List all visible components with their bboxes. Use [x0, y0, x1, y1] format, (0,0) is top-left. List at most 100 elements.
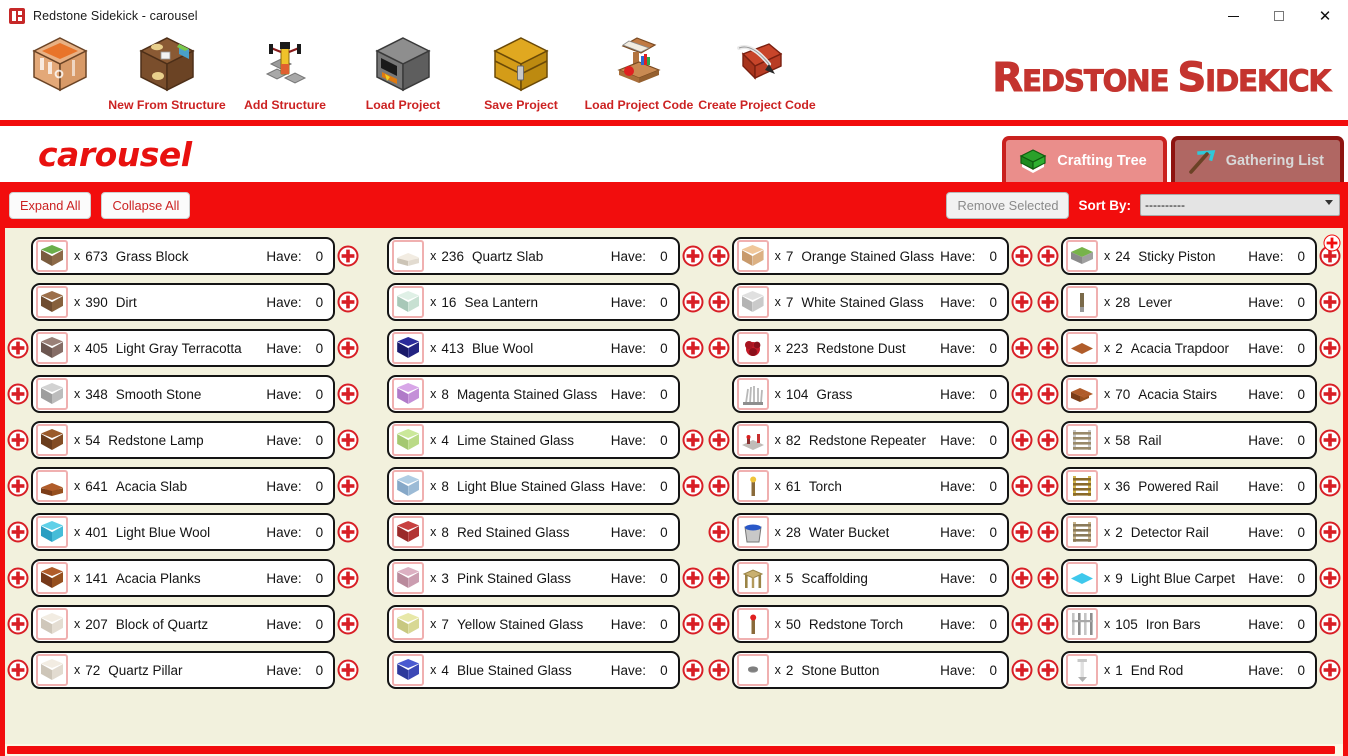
expand-left-plus-icon[interactable]: [5, 473, 31, 499]
add-item-plus-icon[interactable]: [680, 427, 706, 453]
item-row[interactable]: x 390 Dirt Have: 0: [31, 283, 336, 321]
item-row[interactable]: x 7 Yellow Stained Glass Have: 0: [387, 605, 680, 643]
expand-left-plus-icon[interactable]: [1035, 427, 1061, 453]
item-row[interactable]: x 70 Acacia Stairs Have: 0: [1060, 375, 1317, 413]
expand-left-plus-icon[interactable]: [5, 565, 31, 591]
expand-left-plus-icon[interactable]: [1035, 565, 1061, 591]
toolbar-button-load-project[interactable]: Load Project: [344, 32, 462, 120]
expand-left-plus-icon[interactable]: [5, 611, 31, 637]
expand-left-plus-icon[interactable]: [5, 381, 31, 407]
add-item-plus-icon[interactable]: [680, 657, 706, 683]
expand-left-plus-icon[interactable]: [5, 657, 31, 683]
item-row[interactable]: x 405 Light Gray Terracotta Have: 0: [31, 329, 336, 367]
expand-left-plus-icon[interactable]: [1035, 657, 1061, 683]
expand-left-plus-icon[interactable]: [1035, 335, 1061, 361]
item-row[interactable]: x 4 Blue Stained Glass Have: 0: [387, 651, 680, 689]
item-row[interactable]: x 72 Quartz Pillar Have: 0: [31, 651, 336, 689]
add-item-plus-icon[interactable]: [335, 335, 361, 361]
item-row[interactable]: x 28 Lever Have: 0: [1060, 283, 1317, 321]
item-row[interactable]: x 8 Light Blue Stained Glass Have: 0: [387, 467, 680, 505]
add-item-plus-icon[interactable]: [335, 519, 361, 545]
horizontal-scrollbar[interactable]: [5, 744, 1343, 756]
add-item-plus-icon[interactable]: [1317, 657, 1343, 683]
tab-gathering-list[interactable]: Gathering List: [1170, 136, 1344, 182]
item-row[interactable]: x 36 Powered Rail Have: 0: [1060, 467, 1317, 505]
item-row[interactable]: x 2 Stone Button Have: 0: [731, 651, 1009, 689]
expand-left-plus-icon[interactable]: [1035, 243, 1061, 269]
item-row[interactable]: x 61 Torch Have: 0: [731, 467, 1009, 505]
item-row[interactable]: x 9 Light Blue Carpet Have: 0: [1060, 559, 1317, 597]
add-item-plus-icon[interactable]: [1009, 519, 1035, 545]
expand-left-plus-icon[interactable]: [706, 335, 732, 361]
add-item-plus-icon[interactable]: [1317, 381, 1343, 407]
item-row[interactable]: x 413 Blue Wool Have: 0: [387, 329, 680, 367]
toolbar-button-crafting-table[interactable]: [12, 32, 108, 120]
add-item-plus-icon[interactable]: [1009, 657, 1035, 683]
expand-left-plus-icon[interactable]: [706, 427, 732, 453]
tab-crafting-tree[interactable]: Crafting Tree: [1002, 136, 1167, 182]
toolbar-button-save-project[interactable]: Save Project: [462, 32, 580, 120]
scroll-right-icon[interactable]: [1323, 234, 1341, 252]
close-button[interactable]: ✕: [1302, 0, 1348, 32]
add-item-plus-icon[interactable]: [335, 611, 361, 637]
maximize-button[interactable]: [1256, 0, 1302, 32]
item-row[interactable]: x 4 Lime Stained Glass Have: 0: [387, 421, 680, 459]
add-item-plus-icon[interactable]: [680, 473, 706, 499]
item-row[interactable]: x 7 Orange Stained Glass Have: 0: [731, 237, 1009, 275]
h-scrollbar-thumb[interactable]: [7, 746, 1335, 754]
expand-left-plus-icon[interactable]: [1035, 519, 1061, 545]
minimize-button[interactable]: [1210, 0, 1256, 32]
expand-left-plus-icon[interactable]: [706, 289, 732, 315]
add-item-plus-icon[interactable]: [680, 335, 706, 361]
toolbar-button-create-project-code[interactable]: Create Project Code: [698, 32, 816, 120]
add-item-plus-icon[interactable]: [1317, 289, 1343, 315]
add-item-plus-icon[interactable]: [1009, 335, 1035, 361]
item-row[interactable]: x 16 Sea Lantern Have: 0: [387, 283, 680, 321]
item-row[interactable]: x 82 Redstone Repeater Have: 0: [731, 421, 1009, 459]
item-row[interactable]: x 105 Iron Bars Have: 0: [1060, 605, 1317, 643]
item-row[interactable]: x 7 White Stained Glass Have: 0: [731, 283, 1009, 321]
item-row[interactable]: x 2 Detector Rail Have: 0: [1060, 513, 1317, 551]
add-item-plus-icon[interactable]: [335, 565, 361, 591]
add-item-plus-icon[interactable]: [1317, 473, 1343, 499]
item-row[interactable]: x 8 Magenta Stained Glass Have: 0: [387, 375, 680, 413]
expand-left-plus-icon[interactable]: [706, 243, 732, 269]
toolbar-button-add-structure[interactable]: Add Structure: [226, 32, 344, 120]
item-row[interactable]: x 8 Red Stained Glass Have: 0: [387, 513, 680, 551]
expand-left-plus-icon[interactable]: [1035, 381, 1061, 407]
add-item-plus-icon[interactable]: [680, 565, 706, 591]
add-item-plus-icon[interactable]: [1009, 381, 1035, 407]
item-row[interactable]: x 673 Grass Block Have: 0: [31, 237, 336, 275]
item-row[interactable]: x 2 Acacia Trapdoor Have: 0: [1060, 329, 1317, 367]
add-item-plus-icon[interactable]: [1317, 565, 1343, 591]
item-row[interactable]: x 5 Scaffolding Have: 0: [731, 559, 1009, 597]
add-item-plus-icon[interactable]: [1009, 611, 1035, 637]
expand-left-plus-icon[interactable]: [706, 473, 732, 499]
item-row[interactable]: x 223 Redstone Dust Have: 0: [731, 329, 1009, 367]
item-row[interactable]: x 348 Smooth Stone Have: 0: [31, 375, 336, 413]
item-row[interactable]: x 50 Redstone Torch Have: 0: [731, 605, 1009, 643]
add-item-plus-icon[interactable]: [680, 289, 706, 315]
add-item-plus-icon[interactable]: [335, 473, 361, 499]
add-item-plus-icon[interactable]: [1009, 289, 1035, 315]
add-item-plus-icon[interactable]: [1317, 427, 1343, 453]
expand-left-plus-icon[interactable]: [5, 427, 31, 453]
sort-by-select[interactable]: ----------: [1140, 194, 1340, 216]
toolbar-button-new-from-structure[interactable]: New From Structure: [108, 32, 226, 120]
add-item-plus-icon[interactable]: [335, 657, 361, 683]
add-item-plus-icon[interactable]: [1317, 519, 1343, 545]
add-item-plus-icon[interactable]: [1009, 427, 1035, 453]
item-row[interactable]: x 104 Grass Have: 0: [731, 375, 1009, 413]
item-row[interactable]: x 3 Pink Stained Glass Have: 0: [387, 559, 680, 597]
expand-all-button[interactable]: Expand All: [9, 191, 92, 219]
expand-left-plus-icon[interactable]: [1035, 473, 1061, 499]
add-item-plus-icon[interactable]: [680, 611, 706, 637]
item-row[interactable]: x 54 Redstone Lamp Have: 0: [31, 421, 336, 459]
item-row[interactable]: x 28 Water Bucket Have: 0: [731, 513, 1009, 551]
item-row[interactable]: x 401 Light Blue Wool Have: 0: [31, 513, 336, 551]
expand-left-plus-icon[interactable]: [5, 519, 31, 545]
item-row[interactable]: x 236 Quartz Slab Have: 0: [387, 237, 680, 275]
item-row[interactable]: x 641 Acacia Slab Have: 0: [31, 467, 336, 505]
expand-left-plus-icon[interactable]: [5, 335, 31, 361]
expand-left-plus-icon[interactable]: [706, 565, 732, 591]
